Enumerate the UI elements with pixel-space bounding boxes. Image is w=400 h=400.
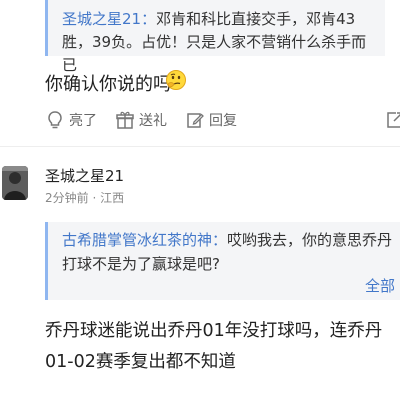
comment-text: 乔丹球迷能说出乔丹01年没打球吗，连乔丹01-02赛季复出都不知道: [45, 321, 383, 372]
comment-time: 2分钟前: [45, 191, 89, 205]
comment-actions: 亮了 送礼 回复: [45, 108, 400, 132]
comment-location: 江西: [100, 191, 125, 205]
quoted-comment[interactable]: 圣城之星21：邓肯和科比直接交手，邓肯43胜，39负。占优！只是人家不营销什么杀…: [45, 0, 385, 74]
like-button[interactable]: 亮了: [45, 108, 97, 132]
avatar[interactable]: [2, 166, 28, 200]
quote-text-block: 圣城之星21：邓肯和科比直接交手，邓肯43胜，39负。占优！只是人家不营销什么杀…: [62, 10, 367, 74]
quoted-comment[interactable]: 古希腊掌管冰红茶的神：哎哟我去，你的意思乔丹打球不是为了赢球是吧? 全部: [45, 222, 400, 300]
comment-text: 你确认你说的吗: [45, 74, 171, 95]
gift-label: 送礼: [139, 113, 167, 129]
edit-icon: [187, 113, 204, 128]
avatar-image: [2, 166, 28, 200]
like-label: 亮了: [69, 113, 97, 129]
comment-meta: 2分钟前 · 江西: [45, 189, 124, 206]
quote-text-block: 古希腊掌管冰红茶的神：哎哟我去，你的意思乔丹打球不是为了赢球是吧?: [62, 231, 393, 273]
expand-all-link[interactable]: 全部: [365, 275, 395, 296]
lightbulb-icon: [48, 111, 62, 129]
share-icon[interactable]: [385, 110, 400, 130]
thinking-face-icon: [166, 70, 186, 90]
gift-icon: [116, 111, 134, 129]
quote-bar: [45, 0, 48, 56]
reply-label: 回复: [209, 113, 237, 129]
quote-author[interactable]: 古希腊掌管冰红茶的神: [62, 231, 212, 249]
gift-button[interactable]: 送礼: [115, 108, 167, 132]
divider: [0, 146, 400, 147]
quote-author[interactable]: 圣城之星21: [62, 10, 141, 28]
quote-bar: [45, 222, 48, 300]
meta-separator: ·: [92, 191, 97, 205]
comment-author[interactable]: 圣城之星21: [45, 165, 124, 186]
reply-button[interactable]: 回复: [185, 108, 237, 132]
